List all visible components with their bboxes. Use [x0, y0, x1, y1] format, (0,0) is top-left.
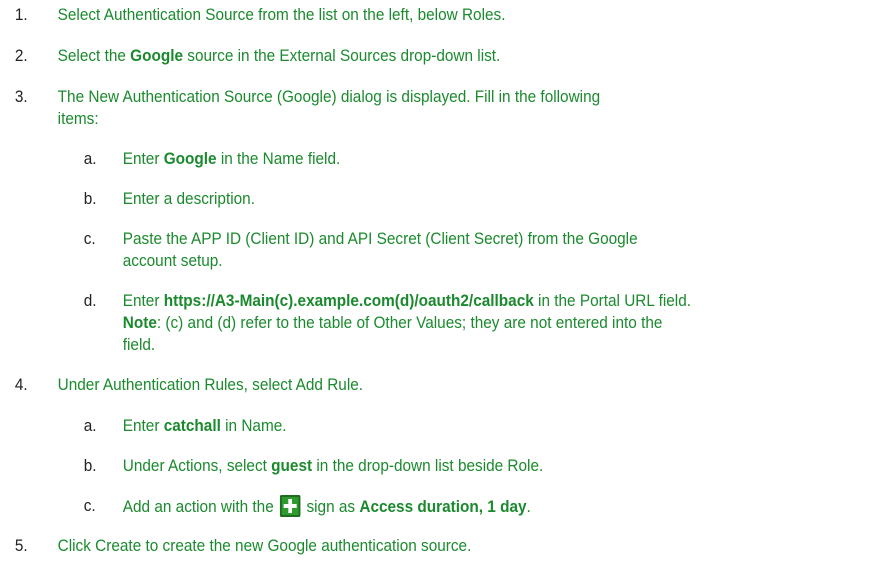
substep-text: Add an action with the sign as Access du… [123, 495, 848, 518]
step-text: Select Authentication Source from the li… [57, 6, 506, 24]
substep-text: field. [122, 336, 156, 354]
step-number: 1. [14, 6, 28, 24]
step-text: Click Create to create the new Google au… [57, 537, 472, 555]
note-label: Note [122, 314, 157, 332]
substep-letter: b. [83, 190, 97, 208]
bold-term: catchall [163, 417, 221, 435]
bold-term: guest [271, 457, 313, 475]
substep-letter: c. [83, 230, 96, 248]
step-number: 4. [14, 376, 28, 394]
substep-letter: a. [83, 417, 97, 435]
substep-text: Paste the APP ID (Client ID) and API Sec… [122, 230, 638, 248]
substep-letter: b. [83, 457, 97, 475]
step-number: 2. [14, 47, 28, 65]
substep-text: Enter catchall in Name. [122, 417, 287, 435]
plus-icon [279, 495, 301, 517]
substep-text: Under Actions, select guest in the drop-… [122, 457, 544, 475]
substep-text: Enter https://A3-Main(c).example.com(d)/… [122, 292, 692, 310]
step-text: Under Authentication Rules, select Add R… [57, 376, 364, 394]
substep-letter: d. [83, 292, 97, 310]
substep-text: Enter Google in the Name field. [122, 150, 341, 168]
step-number: 3. [14, 88, 28, 106]
step-number: 5. [14, 537, 28, 555]
bold-term: Google [130, 47, 184, 65]
substep-text: account setup. [122, 252, 223, 270]
bold-term: Google [163, 150, 217, 168]
url-value: https://A3-Main(c).example.com(d)/oauth2… [163, 292, 534, 310]
bold-term: Access duration, 1 day [359, 498, 527, 516]
note-text: Note: (c) and (d) refer to the table of … [122, 314, 663, 332]
step-text: items: [57, 110, 99, 128]
step-text: The New Authentication Source (Google) d… [57, 88, 601, 106]
substep-text: Enter a description. [122, 190, 255, 208]
substep-letter: c. [83, 497, 96, 515]
step-text: Select the Google source in the External… [57, 47, 501, 65]
substep-letter: a. [83, 150, 97, 168]
